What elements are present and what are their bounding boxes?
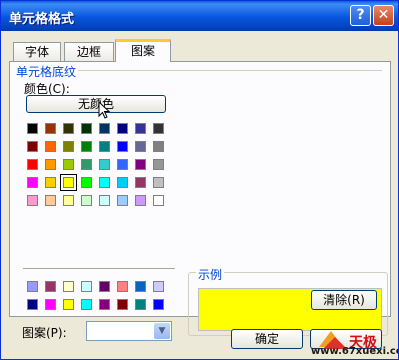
color-swatch[interactable] xyxy=(135,159,146,170)
color-swatch[interactable] xyxy=(45,195,56,206)
color-swatch[interactable] xyxy=(99,195,110,206)
color-swatch[interactable] xyxy=(63,159,74,170)
color-swatch[interactable] xyxy=(81,195,92,206)
sample-label: 示例 xyxy=(196,266,225,283)
color-swatch[interactable] xyxy=(27,177,38,188)
color-swatch[interactable] xyxy=(117,281,128,292)
color-swatch[interactable] xyxy=(117,123,128,134)
color-swatch[interactable] xyxy=(45,123,56,134)
color-swatch[interactable] xyxy=(99,177,110,188)
pattern-dropdown[interactable]: ▼ xyxy=(86,321,172,341)
no-color-button[interactable]: 无颜色 xyxy=(26,95,166,113)
color-swatch[interactable] xyxy=(135,141,146,152)
shading-group-title: 单元格底纹 xyxy=(14,63,79,80)
mouse-cursor-icon xyxy=(98,101,111,119)
pattern-label: 图案(P): xyxy=(22,326,67,340)
ok-button[interactable]: 确定 xyxy=(231,329,303,349)
color-swatch[interactable] xyxy=(135,177,146,188)
help-button[interactable]: ? xyxy=(350,5,371,26)
color-swatch[interactable] xyxy=(45,299,56,310)
patterns-panel: 单元格底纹 颜色(C): 无颜色 图案(P): ▼ 示例 xyxy=(9,61,391,341)
color-swatch[interactable] xyxy=(135,195,146,206)
clear-button[interactable]: 清除(R) xyxy=(311,290,377,310)
dialog-title: 单元格格式 xyxy=(9,12,75,27)
color-swatch[interactable] xyxy=(27,159,38,170)
color-swatch[interactable] xyxy=(81,299,92,310)
tab-border[interactable]: 边框 xyxy=(64,42,114,61)
color-swatch[interactable] xyxy=(45,141,56,152)
color-swatch[interactable] xyxy=(99,281,110,292)
color-swatch[interactable] xyxy=(153,177,164,188)
tab-font[interactable]: 字体 xyxy=(13,42,61,61)
color-swatch[interactable] xyxy=(99,141,110,152)
color-swatch[interactable] xyxy=(117,177,128,188)
color-swatch[interactable] xyxy=(27,195,38,206)
color-swatch[interactable] xyxy=(81,123,92,134)
close-button[interactable]: ✕ xyxy=(373,5,394,26)
color-swatch[interactable] xyxy=(45,159,56,170)
color-swatch[interactable] xyxy=(63,141,74,152)
color-swatch[interactable] xyxy=(117,299,128,310)
color-swatch[interactable] xyxy=(153,159,164,170)
palette-separator xyxy=(23,268,175,269)
color-swatch[interactable] xyxy=(81,141,92,152)
color-swatch[interactable] xyxy=(63,281,74,292)
color-swatch[interactable] xyxy=(153,141,164,152)
color-swatch[interactable] xyxy=(27,123,38,134)
color-swatch[interactable] xyxy=(99,159,110,170)
color-swatch[interactable] xyxy=(135,281,146,292)
color-swatch[interactable] xyxy=(117,195,128,206)
color-swatch[interactable] xyxy=(153,195,164,206)
format-cells-dialog: 单元格格式 ? ✕ 字体 边框 图案 单元格底纹 颜色(C): 无颜色 图案(P… xyxy=(0,0,399,360)
color-swatch[interactable] xyxy=(45,281,56,292)
color-swatch[interactable] xyxy=(153,123,164,134)
color-swatch[interactable] xyxy=(60,174,77,191)
color-swatch[interactable] xyxy=(117,159,128,170)
color-swatch[interactable] xyxy=(81,281,92,292)
color-swatch[interactable] xyxy=(63,299,74,310)
color-swatch[interactable] xyxy=(153,299,164,310)
watermark-url: www.67xuexi.com xyxy=(311,346,398,357)
color-swatch[interactable] xyxy=(153,281,164,292)
color-swatch[interactable] xyxy=(27,281,38,292)
color-swatch[interactable] xyxy=(63,195,74,206)
color-swatch[interactable] xyxy=(135,123,146,134)
color-swatch[interactable] xyxy=(99,123,110,134)
title-bar[interactable]: 单元格格式 ? ✕ xyxy=(1,1,398,31)
color-swatch[interactable] xyxy=(27,141,38,152)
color-swatch[interactable] xyxy=(81,177,92,188)
color-swatch[interactable] xyxy=(81,159,92,170)
chevron-down-icon[interactable]: ▼ xyxy=(154,323,170,339)
color-swatch[interactable] xyxy=(27,299,38,310)
color-swatch[interactable] xyxy=(45,177,56,188)
color-swatch[interactable] xyxy=(117,141,128,152)
tab-patterns[interactable]: 图案 xyxy=(115,39,171,62)
color-swatch[interactable] xyxy=(63,123,74,134)
color-swatch[interactable] xyxy=(99,299,110,310)
color-swatch[interactable] xyxy=(135,299,146,310)
